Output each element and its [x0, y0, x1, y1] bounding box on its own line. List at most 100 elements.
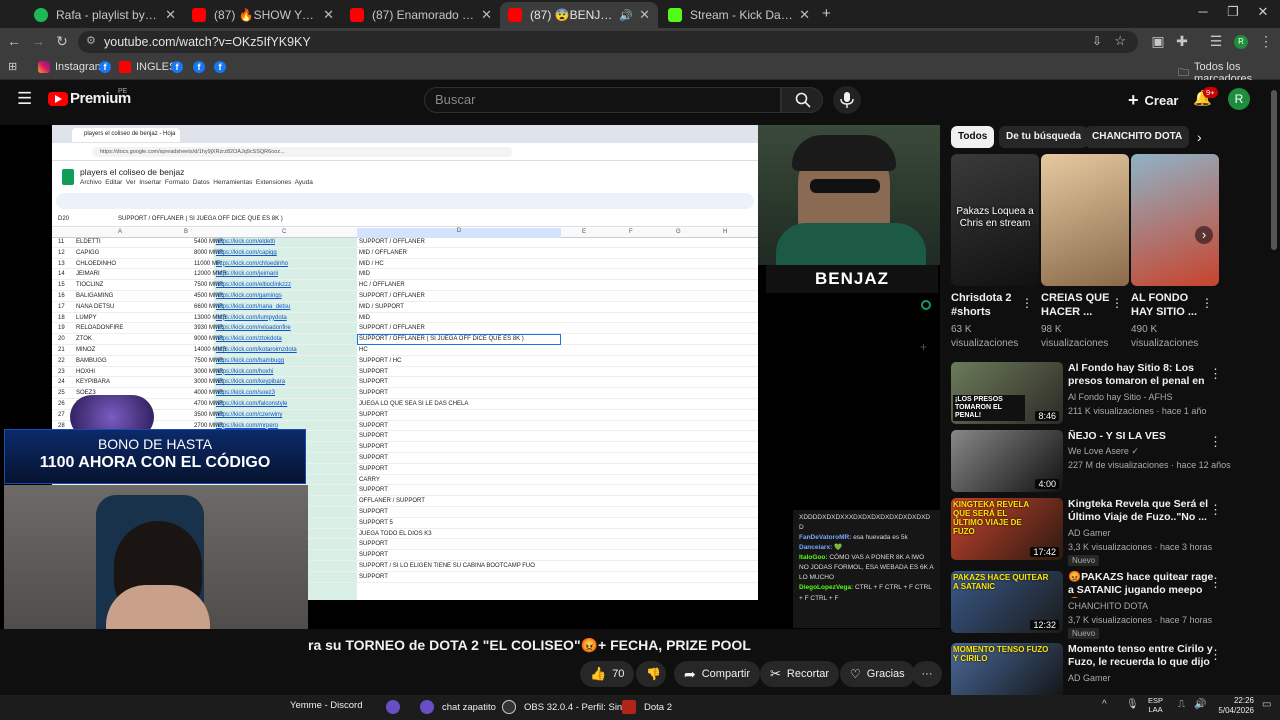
- video-thumbnail[interactable]: MOMENTO TENSO FUZO Y CIRILO: [951, 643, 1063, 695]
- search-button[interactable]: [781, 87, 823, 113]
- video-title[interactable]: Kingteka Revela que Será el Último Viaje…: [1068, 498, 1218, 524]
- voice-search-button[interactable]: [833, 86, 861, 114]
- install-icon[interactable]: ⇩: [1092, 34, 1102, 48]
- clock[interactable]: 22:26 5/04/2026: [1212, 696, 1254, 716]
- taskbar-chat[interactable]: chat zapatito: [420, 700, 496, 714]
- browser-tab[interactable]: (87) Enamorado - YouTube ✕: [342, 2, 500, 28]
- screenshot-icon[interactable]: ▣: [1148, 33, 1168, 50]
- microphone-icon[interactable]: 🎙: [1126, 699, 1139, 710]
- back-icon[interactable]: ←: [4, 33, 24, 49]
- speaker-icon[interactable]: 🔊: [619, 9, 633, 22]
- taskbar-discord[interactable]: Yemme - Discord: [290, 700, 363, 711]
- bookmark-star-icon[interactable]: ☆: [1114, 33, 1126, 49]
- recommended-video[interactable]: ¡LOS PRESOS TOMARON EL PENAL! 8:46 Al Fo…: [951, 362, 1273, 426]
- video-title[interactable]: ÑEJO - Y SI LA VES: [1068, 430, 1218, 443]
- kebab-menu-icon[interactable]: ⋮: [1209, 575, 1222, 591]
- chevron-right-icon[interactable]: ›: [1197, 129, 1202, 145]
- share-button[interactable]: ➦ Compartir: [674, 661, 761, 687]
- bookmark-facebook[interactable]: f: [214, 61, 231, 73]
- recommended-video[interactable]: KINGTEKA REVELA QUE SERÁ EL ÚLTIMO VIAJE…: [951, 498, 1273, 566]
- bookmark-facebook[interactable]: f: [171, 61, 188, 73]
- video-title[interactable]: Al Fondo hay Sitio 8: Los presos tomaron…: [1068, 362, 1218, 389]
- dislike-button[interactable]: 👎: [636, 661, 666, 687]
- kebab-menu-icon[interactable]: ⋮: [1209, 647, 1222, 663]
- apps-grid-icon[interactable]: ⊞: [8, 60, 17, 73]
- reading-list-icon[interactable]: ☰: [1206, 33, 1226, 50]
- short-thumbnail[interactable]: [1041, 154, 1129, 286]
- channel-name[interactable]: AD Gamer: [1068, 673, 1111, 683]
- kebab-menu-icon[interactable]: ⋮: [1201, 296, 1213, 310]
- browser-tab-active[interactable]: (87) 😨BENJAZ revela la LIS 🔊 ✕: [500, 2, 658, 28]
- clip-button[interactable]: ✂ Recortar: [760, 661, 840, 687]
- kebab-menu-icon[interactable]: ⋮: [1111, 296, 1123, 310]
- notification-center-icon[interactable]: ▭: [1262, 699, 1271, 710]
- recommended-video[interactable]: PAKAZS HACE QUITEAR A SATANIC 12:32 😡PAK…: [951, 571, 1273, 639]
- recommended-video[interactable]: MOMENTO TENSO FUZO Y CIRILO Momento tens…: [951, 643, 1273, 695]
- chip-chanchito-dota[interactable]: CHANCHITO DOTA: [1085, 126, 1190, 148]
- new-tab-button[interactable]: +: [822, 5, 831, 22]
- extensions-icon[interactable]: ✚: [1172, 33, 1192, 50]
- chip-todos[interactable]: Todos: [951, 126, 995, 148]
- profile-avatar[interactable]: R: [1234, 35, 1248, 49]
- browser-tab[interactable]: Rafa - playlist by Rafael.xared | ✕: [26, 2, 184, 28]
- short-thumbnail[interactable]: Pakazs Loquea a Chris en stream: [951, 154, 1039, 286]
- hamburger-menu-icon[interactable]: ☰: [17, 89, 32, 109]
- channel-name[interactable]: CHANCHITO DOTA: [1068, 601, 1148, 611]
- video-player[interactable]: players el coliseo de benjaz - Hoja http…: [0, 125, 940, 629]
- like-button[interactable]: 👍 70: [580, 661, 634, 687]
- address-bar[interactable]: ⚙ youtube.com/watch?v=OKz5IfYK9KY ⇩ ☆: [78, 31, 1138, 53]
- tray-chevron-icon[interactable]: ^: [1102, 699, 1107, 710]
- forward-icon[interactable]: →: [28, 33, 48, 49]
- browser-tab[interactable]: Stream - Kick Dashboard ✕: [660, 2, 818, 28]
- reload-icon[interactable]: ↻: [52, 33, 72, 50]
- maximize-icon[interactable]: ❐: [1218, 4, 1248, 20]
- close-icon[interactable]: ✕: [799, 7, 810, 23]
- close-icon[interactable]: ✕: [481, 7, 492, 23]
- kebab-menu-icon[interactable]: ⋮: [1256, 33, 1276, 50]
- video-title[interactable]: Momento tenso entre Cirilo y Fuzo, le re…: [1068, 643, 1218, 670]
- kebab-menu-icon[interactable]: ⋮: [1209, 502, 1222, 518]
- browser-tab[interactable]: (87) 🔥SHOW Y MECH4S 🔥KI ✕: [184, 2, 342, 28]
- bookmark-facebook[interactable]: f: [99, 61, 116, 73]
- page-scrollbar[interactable]: [1271, 90, 1277, 250]
- search-input[interactable]: Buscar: [424, 87, 781, 113]
- volume-icon[interactable]: 🔊: [1194, 699, 1206, 710]
- site-info-icon[interactable]: ⚙: [86, 34, 96, 47]
- short-title[interactable]: CREIAS QUE HACER ...: [1041, 291, 1111, 319]
- video-title[interactable]: 😡PAKAZS hace quitear rage a SATANIC juga…: [1068, 571, 1218, 598]
- taskbar-kick[interactable]: [386, 700, 408, 714]
- network-icon[interactable]: ⎍: [1178, 699, 1185, 710]
- short-thumbnail[interactable]: ›: [1131, 154, 1219, 286]
- thanks-button[interactable]: ♡ Gracias: [840, 661, 915, 687]
- language-indicator[interactable]: ESP LAA: [1148, 696, 1163, 714]
- bookmark-ingles[interactable]: INGLES: [119, 61, 176, 73]
- kebab-menu-icon[interactable]: ⋮: [1021, 296, 1033, 310]
- avatar[interactable]: R: [1228, 88, 1250, 110]
- bookmark-facebook[interactable]: f: [193, 61, 210, 73]
- close-icon[interactable]: ✕: [639, 7, 650, 23]
- chevron-right-icon[interactable]: ›: [1195, 226, 1213, 244]
- create-button[interactable]: + Crear: [1128, 90, 1178, 111]
- chip-de-tu-busqueda[interactable]: De tu búsqueda: [999, 126, 1089, 148]
- close-window-icon[interactable]: ✕: [1248, 4, 1278, 20]
- kebab-menu-icon[interactable]: ⋮: [1209, 434, 1222, 450]
- more-actions-button[interactable]: ···: [912, 661, 942, 687]
- video-thumbnail[interactable]: 4:00: [951, 430, 1063, 492]
- short-title[interactable]: Chrisdota 2 #shorts: [951, 291, 1021, 319]
- kebab-menu-icon[interactable]: ⋮: [1209, 366, 1222, 382]
- video-thumbnail[interactable]: ¡LOS PRESOS TOMARON EL PENAL! 8:46: [951, 362, 1063, 424]
- video-thumbnail[interactable]: KINGTEKA REVELA QUE SERÁ EL ÚLTIMO VIAJE…: [951, 498, 1063, 560]
- taskbar-dota[interactable]: Dota 2: [622, 700, 672, 714]
- youtube-logo-icon[interactable]: [48, 92, 68, 106]
- short-title[interactable]: AL FONDO HAY SITIO ...: [1131, 291, 1201, 319]
- channel-name[interactable]: AD Gamer: [1068, 528, 1111, 538]
- video-thumbnail[interactable]: PAKAZS HACE QUITEAR A SATANIC 12:32: [951, 571, 1063, 633]
- taskbar-obs[interactable]: OBS 32.0.4 - Perfil: Sin T: [502, 700, 630, 714]
- bookmark-instagram[interactable]: Instagram: [38, 61, 104, 73]
- channel-name[interactable]: We Love Asere ✓: [1068, 446, 1139, 457]
- channel-name[interactable]: Al Fondo hay Sitio - AFHS: [1068, 392, 1173, 402]
- minimize-icon[interactable]: ─: [1188, 4, 1218, 19]
- close-icon[interactable]: ✕: [165, 7, 176, 23]
- close-icon[interactable]: ✕: [323, 7, 334, 23]
- recommended-video[interactable]: 4:00 ÑEJO - Y SI LA VES We Love Asere ✓ …: [951, 430, 1273, 494]
